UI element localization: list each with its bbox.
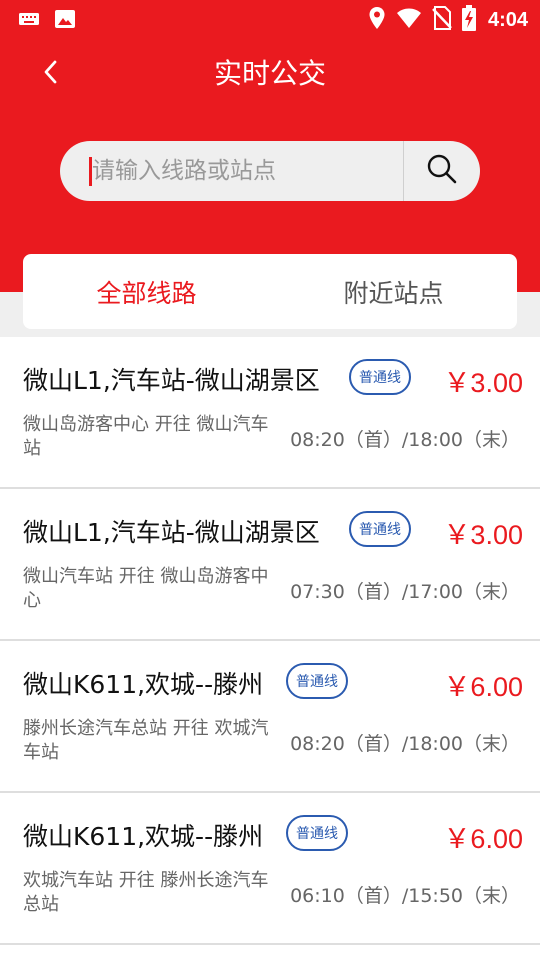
route-item[interactable]: 微山L1,汽车站-微山湖景区 普通线 ￥3.00 微山岛游客中心 开往 微山汽车…	[0, 337, 540, 489]
route-type-badge: 普通线	[349, 511, 411, 547]
route-direction: 滕州长途汽车总站 开往 欢城汽车站	[23, 718, 269, 763]
route-hours: 08:20（首）/18:00（末）	[290, 429, 520, 451]
battery-charging-icon	[461, 5, 476, 35]
route-hours: 07:30（首）/17:00（末）	[290, 581, 520, 603]
title-bar: 实时公交	[0, 48, 540, 100]
route-price: ￥3.00	[443, 368, 523, 398]
status-time: 4:04	[487, 8, 528, 31]
page-title: 实时公交	[213, 57, 326, 90]
status-bar: 4:04	[0, 0, 540, 36]
image-icon	[54, 9, 76, 33]
route-item[interactable]: 微山L1,汽车站-微山湖景区 普通线 ￥3.00 微山汽车站 开往 微山岛游客中…	[0, 489, 540, 641]
route-type-badge: 普通线	[349, 359, 411, 395]
route-type-badge: 普通线	[286, 815, 348, 851]
keyboard-icon	[18, 11, 40, 31]
tab-nearby-stops[interactable]: 附近站点	[270, 254, 517, 329]
route-price: ￥6.00	[443, 672, 523, 702]
route-item[interactable]: 微山K611,欢城--滕州 普通线 ￥6.00 欢城汽车站 开往 滕州长途汽车总…	[0, 793, 540, 945]
route-name: 微山L1,汽车站-微山湖景区	[23, 366, 320, 395]
route-item[interactable]: 微山K611,欢城--滕州 普通线 ￥6.00 滕州长途汽车总站 开往 欢城汽车…	[0, 641, 540, 793]
route-list: 微山L1,汽车站-微山湖景区 普通线 ￥3.00 微山岛游客中心 开往 微山汽车…	[0, 337, 540, 945]
route-direction: 微山汽车站 开往 微山岛游客中心	[23, 566, 269, 611]
search-icon	[426, 153, 458, 189]
wifi-icon	[396, 7, 422, 33]
location-icon	[368, 6, 386, 34]
route-price: ￥6.00	[443, 824, 523, 854]
route-type-badge: 普通线	[286, 663, 348, 699]
search-button[interactable]	[404, 141, 480, 201]
route-name: 微山L1,汽车站-微山湖景区	[23, 518, 320, 547]
route-direction: 欢城汽车站 开往 滕州长途汽车总站	[23, 870, 269, 915]
route-name: 微山K611,欢城--滕州	[23, 822, 264, 851]
tab-all-routes[interactable]: 全部线路	[23, 254, 270, 329]
search-input[interactable]	[92, 141, 402, 201]
route-hours: 08:20（首）/18:00（末）	[290, 733, 520, 755]
route-direction: 微山岛游客中心 开往 微山汽车站	[23, 414, 269, 459]
route-name: 微山K611,欢城--滕州	[23, 670, 264, 699]
tab-bar: 全部线路 附近站点	[23, 254, 517, 329]
search-bar	[60, 141, 480, 201]
no-sim-icon	[432, 6, 452, 34]
route-price: ￥3.00	[443, 520, 523, 550]
route-hours: 06:10（首）/15:50（末）	[290, 885, 520, 907]
